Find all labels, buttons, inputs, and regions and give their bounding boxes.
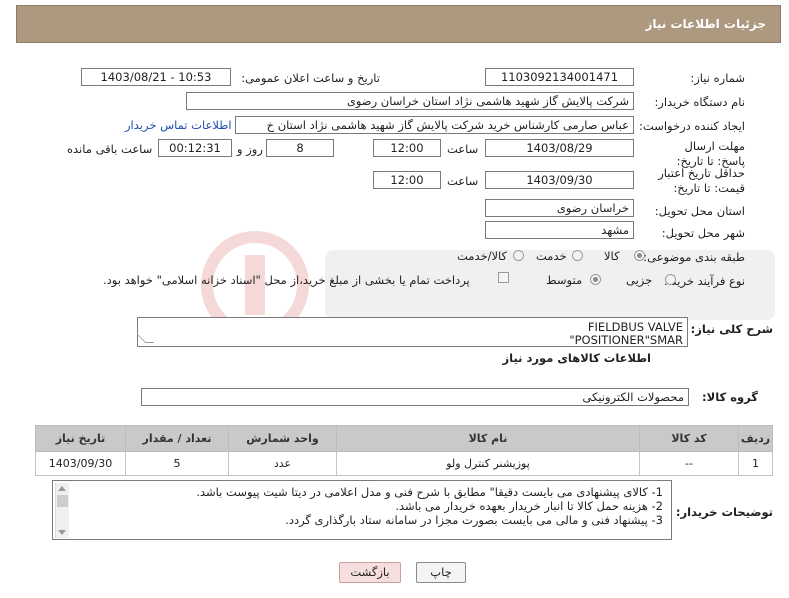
cell-quantity: 5 <box>125 451 229 476</box>
purchase-process-label: نوع فرآیند خرید : <box>663 274 745 288</box>
col-row-number: ردیف <box>738 425 773 452</box>
notes-scrollbar[interactable] <box>55 483 69 538</box>
price-validity-label: حداقل تاریخ اعتبار قیمت: تا تاریخ: <box>658 166 745 195</box>
cell-goods-name: پوزیشنر کنترل ولو <box>336 451 640 476</box>
note-line-3: 3- پیشنهاد فنی و مالی می بایست بصورت مجز… <box>285 513 663 527</box>
page-title: جزئیات اطلاعات نیاز <box>645 17 766 31</box>
days-remaining-field: 8 <box>266 139 334 157</box>
buyer-org-field: شرکت پالایش گاز شهید هاشمی نژاد استان خر… <box>186 92 634 110</box>
days-and-label: روز و <box>237 142 263 156</box>
cell-need-date: 1403/09/30 <box>35 451 126 476</box>
col-goods-code: کد کالا <box>639 425 739 452</box>
col-quantity: تعداد / مقدار <box>125 425 229 452</box>
goods-info-title: اطلاعات کالاهای مورد نیاز <box>502 351 651 365</box>
category-goods-service-label: کالا/خدمت <box>457 249 508 263</box>
print-button[interactable]: چاپ <box>416 562 466 583</box>
note-line-1: 1- کالای پیشنهادی می بایست دقیقا" مطابق … <box>196 485 663 499</box>
send-deadline-label: مهلت ارسال پاسخ: تا تاریخ: <box>676 139 745 168</box>
description-line-2: "POSITIONER"SMAR <box>569 333 683 347</box>
price-time-label: ساعت <box>447 174 479 188</box>
hours-remaining-label: ساعت باقی مانده <box>67 142 153 156</box>
scroll-down-icon[interactable] <box>58 530 66 535</box>
category-goods-service-radio[interactable] <box>513 250 524 261</box>
category-goods-radio[interactable] <box>634 250 645 261</box>
col-goods-name: نام کالا <box>336 425 640 452</box>
delivery-province-label: استان محل تحویل: <box>654 204 745 218</box>
back-button[interactable]: بازگشت <box>339 562 401 583</box>
goods-table: ردیف کد کالا نام کالا واحد شمارش تعداد /… <box>35 425 773 476</box>
announce-datetime-label: تاریخ و ساعت اعلان عمومی: <box>241 71 380 85</box>
delivery-city-field: مشهد <box>485 221 634 239</box>
process-minor-radio[interactable] <box>665 274 676 285</box>
buyer-contact-link[interactable]: اطلاعات تماس خریدار <box>125 118 232 132</box>
buyer-org-label: نام دستگاه خریدار: <box>654 95 745 109</box>
treasury-payment-note: پرداخت تمام یا بخشی از مبلغ خرید،از محل … <box>103 273 470 287</box>
general-description-field: FIELDBUS VALVE "POSITIONER"SMAR <box>136 317 688 347</box>
table-row: 1 -- پوزیشنر کنترل ولو عدد 5 1403/09/30 <box>35 451 773 476</box>
price-date-field: 1403/09/30 <box>485 171 634 189</box>
process-minor-label: جزیی <box>626 273 653 287</box>
delivery-province-field: خراسان رضوی <box>485 199 634 217</box>
need-number-field: 1103092134001471 <box>485 68 634 86</box>
process-medium-label: متوسط <box>546 273 583 287</box>
general-description-label: شرح کلی نیاز: <box>690 322 773 336</box>
note-line-2: 2- هزینه حمل کالا تا انبار خریدار بعهده … <box>395 499 663 513</box>
send-time-field: 12:00 <box>373 139 441 157</box>
category-service-label: خدمت <box>536 249 567 263</box>
send-date-field: 1403/08/29 <box>485 139 634 157</box>
goods-group-field: محصولات الکترونیکی <box>141 388 689 406</box>
category-goods-label: کالا <box>604 249 620 263</box>
col-need-date: تاریخ نیاز <box>35 425 126 452</box>
cell-unit: عدد <box>228 451 337 476</box>
buyer-notes-field: 1- کالای پیشنهادی می بایست دقیقا" مطابق … <box>52 480 672 540</box>
category-service-radio[interactable] <box>572 250 583 261</box>
page-header: جزئیات اطلاعات نیاز <box>16 5 781 43</box>
resize-grip-icon[interactable] <box>136 334 155 343</box>
scroll-up-icon[interactable] <box>58 486 66 491</box>
time-remaining-field: 00:12:31 <box>158 139 232 157</box>
price-time-field: 12:00 <box>373 171 441 189</box>
delivery-city-label: شهر محل تحویل: <box>661 226 745 240</box>
goods-group-label: گروه کالا: <box>702 390 758 404</box>
cell-row-number: 1 <box>738 451 773 476</box>
announce-datetime-field: 1403/08/21 - 10:53 <box>81 68 231 86</box>
process-medium-radio[interactable] <box>590 274 601 285</box>
cell-goods-code: -- <box>639 451 739 476</box>
need-number-label: شماره نیاز: <box>690 71 745 85</box>
goods-table-header: ردیف کد کالا نام کالا واحد شمارش تعداد /… <box>35 425 773 452</box>
subject-category-label: طبقه بندی موضوعی: <box>643 250 745 264</box>
buyer-notes-label: توضیحات خریدار: <box>675 505 773 519</box>
send-time-label: ساعت <box>447 142 479 156</box>
col-unit: واحد شمارش <box>228 425 337 452</box>
requester-field: عباس صارمی کارشناس خرید شرکت پالایش گاز … <box>235 116 634 134</box>
treasury-payment-checkbox[interactable] <box>498 272 509 283</box>
requester-label: ایجاد کننده درخواست: <box>639 119 745 133</box>
description-line-1: FIELDBUS VALVE <box>587 320 683 334</box>
scroll-thumb[interactable] <box>57 495 68 507</box>
